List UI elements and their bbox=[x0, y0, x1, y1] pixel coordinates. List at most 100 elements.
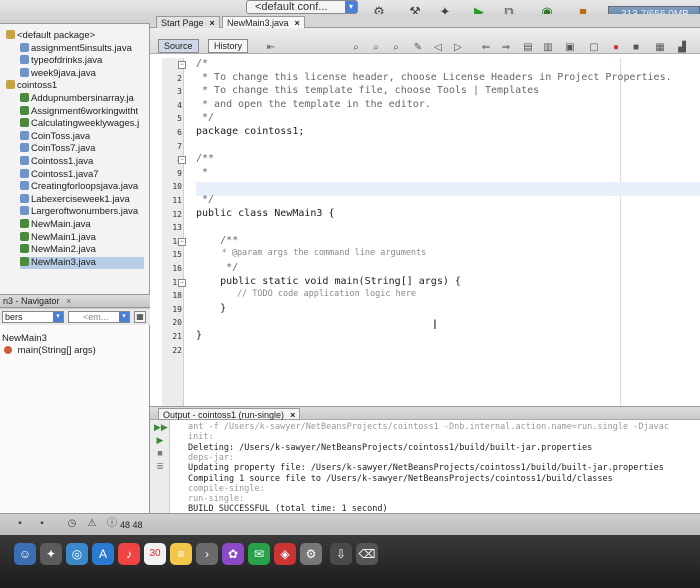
music-icon[interactable]: ♪ bbox=[118, 543, 140, 565]
project-tree-item[interactable]: NewMain3.java bbox=[20, 256, 144, 269]
messages-icon[interactable]: ✉ bbox=[248, 543, 270, 565]
close-icon[interactable]: × bbox=[295, 18, 300, 28]
rerun-with-params-icon[interactable]: ▶ bbox=[154, 435, 166, 446]
project-tree-item[interactable]: <default package> bbox=[6, 30, 95, 42]
right-margin-line bbox=[620, 58, 621, 406]
project-tree-item[interactable]: assignment5insults.java bbox=[20, 42, 132, 55]
shift-right-icon[interactable]: ⇒ bbox=[500, 42, 512, 54]
java-file-icon bbox=[20, 156, 29, 165]
shift-left-icon[interactable]: ⇐ bbox=[480, 42, 492, 54]
code-line: public static void main(String[] args) { bbox=[196, 275, 461, 287]
close-icon[interactable]: × bbox=[66, 296, 71, 306]
config-select[interactable]: <default conf... ▾ bbox=[246, 0, 358, 14]
fold-toggle-icon[interactable]: − bbox=[178, 237, 186, 246]
output-line: ant -f /Users/k-sawyer/NetBeansProjects/… bbox=[188, 422, 670, 432]
project-tree-item[interactable]: NewMain2.java bbox=[20, 244, 96, 256]
project-tree-item[interactable]: Cointoss1.java7 bbox=[20, 168, 99, 181]
project-tree-item[interactable]: CoinToss7.java bbox=[20, 143, 95, 155]
navigator-view-select[interactable]: bers ▾ bbox=[2, 311, 64, 323]
finder-icon[interactable]: ☺ bbox=[14, 543, 36, 565]
project-tree-item[interactable]: Addupnumbersinarray.ja bbox=[20, 93, 134, 105]
photos-icon[interactable]: ✿ bbox=[222, 543, 244, 565]
info-icon[interactable]: ⓘ bbox=[106, 518, 118, 530]
project-tree-item[interactable]: CoinToss.java bbox=[20, 130, 90, 143]
toggle-highlight-icon[interactable]: ✎ bbox=[412, 42, 424, 54]
project-tree-item-label: assignment5insults.java bbox=[31, 42, 132, 54]
previous-bookmark-icon[interactable]: ◁ bbox=[432, 42, 444, 54]
stop-icon[interactable]: ■ bbox=[630, 42, 642, 54]
project-tree-item[interactable]: typeofdrinks.java bbox=[20, 55, 102, 67]
project-tree-item[interactable]: week9java.java bbox=[20, 67, 96, 80]
find-selection-icon[interactable]: ⌕ bbox=[390, 42, 402, 54]
tasks-icon[interactable]: ◷ bbox=[66, 518, 78, 530]
preferences-icon[interactable]: ⚙ bbox=[300, 543, 322, 565]
code-editor[interactable]: I 12345678910111213141516171819202122/* … bbox=[150, 54, 700, 406]
fold-toggle-icon[interactable]: − bbox=[178, 278, 186, 287]
project-tree-item[interactable]: NewMain.java bbox=[20, 219, 91, 231]
notification-icon[interactable]: ▪ bbox=[14, 518, 26, 530]
editor-tab-bar: Start Page × NewMain3.java × bbox=[150, 14, 700, 28]
project-tree-item[interactable]: Labexerciseweek1.java bbox=[20, 193, 130, 206]
output-window[interactable]: ▶▶ ▶ ■ ≣ ant -f /Users/k-sawyer/NetBeans… bbox=[150, 420, 700, 516]
output-line: Deleting: /Users/k-sawyer/NetBeansProjec… bbox=[188, 442, 593, 453]
next-bookmark-icon[interactable]: ▷ bbox=[452, 42, 464, 54]
history-view-button[interactable]: History bbox=[208, 39, 249, 53]
start-macro-icon[interactable]: ▣ bbox=[564, 42, 576, 54]
chart-icon[interactable]: ▟ bbox=[676, 42, 688, 54]
project-tree-item[interactable]: NewMain1.java bbox=[20, 231, 96, 244]
chevron-down-icon: ▾ bbox=[119, 312, 129, 322]
last-edit-icon[interactable]: ⇤ bbox=[265, 42, 277, 54]
project-tree-item[interactable]: Assignment6workingwitht bbox=[20, 105, 138, 118]
downloads-icon[interactable]: ⇩ bbox=[330, 543, 352, 565]
line-number: 18 bbox=[172, 291, 182, 301]
close-icon[interactable]: × bbox=[290, 410, 295, 420]
stop-icon[interactable]: ■ bbox=[154, 448, 166, 459]
tab-label: NewMain3.java bbox=[227, 18, 289, 28]
netbeans-icon[interactable]: ◈ bbox=[274, 543, 296, 565]
tab-start-page[interactable]: Start Page × bbox=[156, 16, 220, 28]
project-tree-item[interactable]: Cointoss1.java bbox=[20, 156, 93, 168]
fold-toggle-icon[interactable]: − bbox=[178, 61, 186, 69]
calendar-day: 30 bbox=[149, 548, 161, 559]
project-tree-item-label: Cointoss1.java7 bbox=[31, 168, 99, 180]
close-icon[interactable]: × bbox=[210, 18, 215, 28]
project-tree-item[interactable]: Calculatingweeklywages.j bbox=[20, 118, 139, 130]
trash-icon[interactable]: ⌫ bbox=[356, 543, 378, 565]
rerun-icon[interactable]: ▶▶ bbox=[154, 422, 168, 433]
code-line: */ bbox=[196, 194, 215, 205]
fold-toggle-icon[interactable]: − bbox=[178, 156, 186, 165]
warning-icon[interactable]: ⚠ bbox=[86, 518, 98, 530]
launchpad-icon[interactable]: ✦ bbox=[40, 543, 62, 565]
navigator-filter-select[interactable]: <em... ▾ bbox=[68, 311, 130, 323]
settings-icon[interactable]: ≣ bbox=[154, 461, 166, 472]
calendar-icon[interactable]: 30 bbox=[144, 543, 166, 565]
appstore-icon[interactable]: A bbox=[92, 543, 114, 565]
terminal-icon[interactable]: › bbox=[196, 543, 218, 565]
line-number: 7 bbox=[177, 141, 182, 151]
stop-macro-icon[interactable]: ▢ bbox=[588, 42, 600, 54]
record-icon[interactable]: ● bbox=[610, 42, 622, 54]
project-tree-item[interactable]: cointoss1 bbox=[6, 80, 57, 92]
safari-icon[interactable]: ◎ bbox=[66, 543, 88, 565]
config-select-label: <default conf... bbox=[255, 1, 328, 13]
source-view-button[interactable]: Source bbox=[158, 39, 199, 53]
navigator-settings-icon[interactable]: ▦ bbox=[134, 311, 146, 323]
java-file-icon bbox=[20, 193, 29, 203]
line-number: 9 bbox=[177, 168, 182, 178]
java-file-icon bbox=[20, 168, 29, 178]
notes-icon[interactable]: ≡ bbox=[170, 543, 192, 565]
project-tree-item[interactable]: Creatingforloopsjava.java bbox=[20, 181, 138, 193]
diff-icon[interactable]: ▦ bbox=[654, 42, 666, 54]
line-number: 13 bbox=[172, 223, 182, 233]
uncomment-icon[interactable]: ▥ bbox=[542, 42, 554, 54]
navigator-item-class[interactable]: NewMain3 bbox=[2, 333, 47, 345]
find-previous-icon[interactable]: ⌕ bbox=[350, 42, 362, 54]
tab-output[interactable]: Output - cointoss1 (run-single) × bbox=[158, 408, 301, 420]
output-tab-label: Output - cointoss1 (run-single) bbox=[163, 410, 285, 420]
tab-newmain3[interactable]: NewMain3.java × bbox=[222, 16, 305, 28]
comment-icon[interactable]: ▤ bbox=[522, 42, 534, 54]
find-next-icon[interactable]: ⌕ bbox=[370, 42, 382, 54]
project-tree-item[interactable]: Largeroftwonumbers.java bbox=[20, 206, 138, 218]
navigator-item-method[interactable]: main(String[] args) bbox=[4, 345, 96, 357]
navigator-item-label: main(String[] args) bbox=[17, 345, 96, 356]
